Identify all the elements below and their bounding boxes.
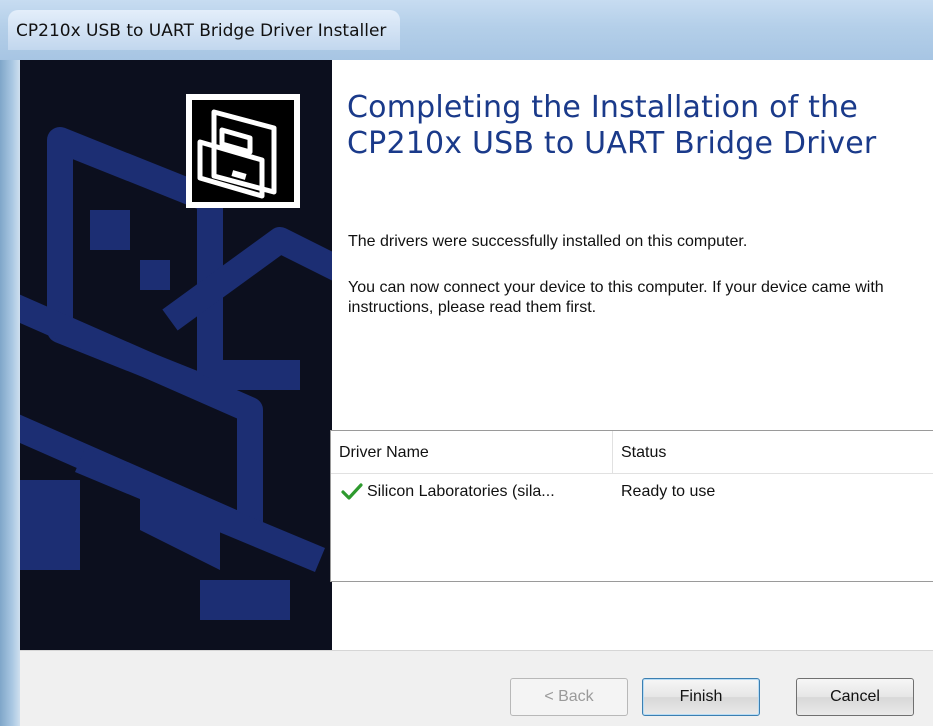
cancel-button[interactable]: Cancel <box>796 678 914 716</box>
table-row[interactable]: Silicon Laboratories (sila... Ready to u… <box>331 475 933 509</box>
success-message: The drivers were successfully installed … <box>348 233 748 250</box>
installer-logo-icon <box>186 94 300 208</box>
window-title: CP210x USB to UART Bridge Driver Install… <box>8 10 401 50</box>
installer-window: CP210x USB to UART Bridge Driver Install… <box>0 0 933 726</box>
title-bar[interactable]: CP210x USB to UART Bridge Driver Install… <box>0 0 933 60</box>
column-header-status[interactable]: Status <box>613 431 933 473</box>
driver-status-cell: Ready to use <box>621 483 716 500</box>
wizard-button-bar: < Back Finish Cancel <box>20 650 933 726</box>
window-left-frame <box>0 0 20 726</box>
driver-name-cell: Silicon Laboratories (sila... <box>367 483 555 500</box>
page-title: Completing the Installation of the CP210… <box>347 90 877 161</box>
finish-button[interactable]: Finish <box>642 678 760 716</box>
check-icon <box>341 483 363 500</box>
driver-list[interactable]: Driver Name Status Silicon Laboratories … <box>330 430 933 582</box>
driver-list-header: Driver Name Status <box>331 431 933 474</box>
connect-message: You can now connect your device to this … <box>348 279 884 316</box>
wizard-side-panel <box>20 60 332 650</box>
back-button[interactable]: < Back <box>510 678 628 716</box>
column-header-driver-name[interactable]: Driver Name <box>331 431 613 473</box>
